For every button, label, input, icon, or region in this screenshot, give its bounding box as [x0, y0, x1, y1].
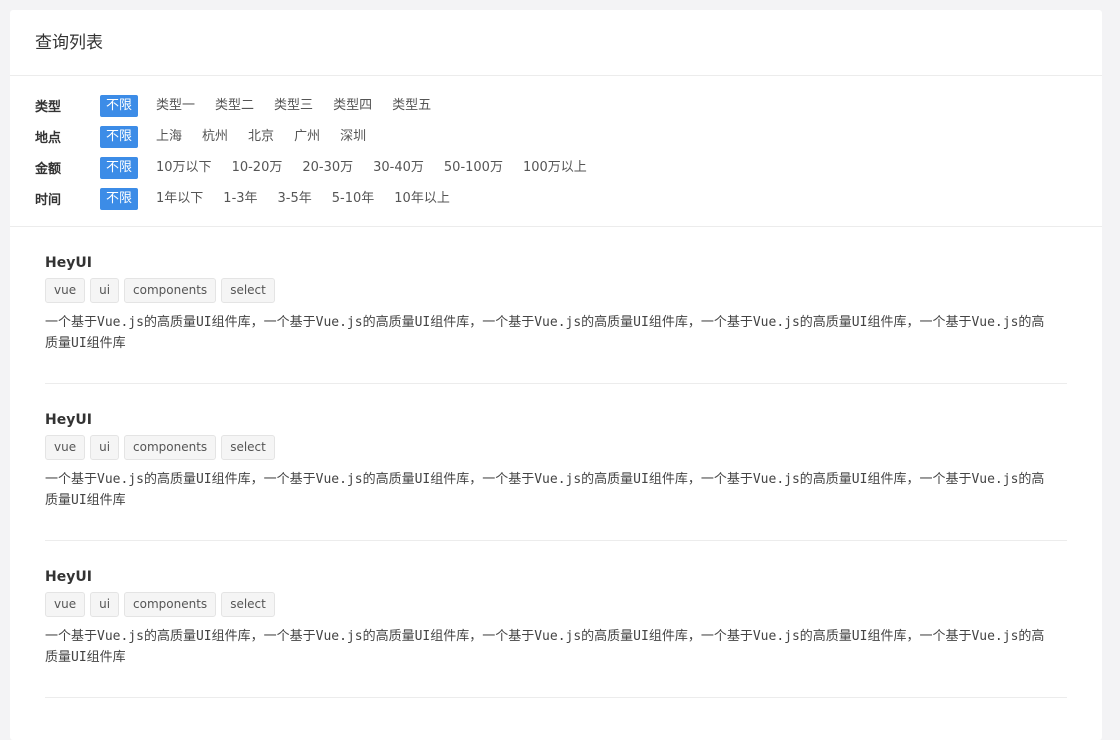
tag: ui — [90, 592, 120, 617]
tag: components — [124, 435, 217, 460]
filter-option[interactable]: 1年以下 — [150, 188, 209, 210]
list-item: HeyUI vue ui components select 一个基于Vue.js的高质量… — [45, 384, 1067, 541]
tag-list: vue ui components select — [45, 278, 1067, 303]
item-description: 一个基于Vue.js的高质量UI组件库，一个基于Vue.js的高质量UI组件库，… — [45, 315, 1045, 351]
filter-option[interactable]: 20-30万 — [296, 157, 359, 179]
filter-row-time: 时间 不限 1年以下 1-3年 3-5年 5-10年 10年以上 — [35, 183, 1102, 214]
tag: select — [221, 278, 275, 303]
tag: components — [124, 592, 217, 617]
card-title: 查询列表 — [35, 33, 103, 53]
filter-option[interactable]: 类型四 — [327, 95, 378, 117]
filter-option[interactable]: 10万以下 — [150, 157, 218, 179]
item-description: 一个基于Vue.js的高质量UI组件库，一个基于Vue.js的高质量UI组件库，… — [45, 629, 1045, 665]
filter-option[interactable]: 30-40万 — [367, 157, 430, 179]
filter-panel: 类型 不限 类型一 类型二 类型三 类型四 类型五 地点 不限 上海 杭州 北京 广州 深圳 金额 不限 1… — [10, 76, 1102, 227]
tag: select — [221, 592, 275, 617]
filter-option[interactable]: 10年以上 — [388, 188, 456, 210]
item-title[interactable]: HeyUI — [45, 569, 1067, 585]
filter-option[interactable]: 1-3年 — [217, 188, 263, 210]
filter-option[interactable]: 50-100万 — [438, 157, 509, 179]
tag: ui — [90, 278, 120, 303]
filter-option[interactable]: 5-10年 — [326, 188, 381, 210]
filter-option-selected[interactable]: 不限 — [100, 187, 139, 210]
filter-row-location: 地点 不限 上海 杭州 北京 广州 深圳 — [35, 121, 1102, 152]
filter-option[interactable]: 上海 — [150, 126, 188, 148]
filter-label: 时间 — [35, 193, 62, 208]
filter-option[interactable]: 北京 — [242, 126, 280, 148]
card-header: 查询列表 — [10, 10, 1102, 76]
result-list: HeyUI vue ui components select 一个基于Vue.js的高质量… — [10, 227, 1102, 698]
query-list-card: 查询列表 类型 不限 类型一 类型二 类型三 类型四 类型五 地点 不限 上海 杭州 北京 广州 深圳 … — [10, 10, 1102, 740]
filter-option[interactable]: 100万以上 — [517, 157, 593, 179]
filter-option[interactable]: 深圳 — [334, 126, 372, 148]
item-description: 一个基于Vue.js的高质量UI组件库，一个基于Vue.js的高质量UI组件库，… — [45, 472, 1045, 508]
tag: components — [124, 278, 217, 303]
filter-option[interactable]: 类型一 — [150, 95, 201, 117]
filter-option-selected[interactable]: 不限 — [100, 125, 139, 148]
tag-list: vue ui components select — [45, 435, 1067, 460]
filter-label: 类型 — [35, 100, 62, 115]
filter-option[interactable]: 10-20万 — [226, 157, 289, 179]
filter-label: 地点 — [35, 131, 62, 146]
tag: vue — [45, 592, 86, 617]
filter-option[interactable]: 类型五 — [386, 95, 437, 117]
list-item: HeyUI vue ui components select 一个基于Vue.js的高质量… — [45, 227, 1067, 384]
filter-row-type: 类型 不限 类型一 类型二 类型三 类型四 类型五 — [35, 90, 1102, 121]
filter-option-selected[interactable]: 不限 — [100, 156, 139, 179]
tag: vue — [45, 435, 86, 460]
filter-option[interactable]: 3-5年 — [272, 188, 318, 210]
item-title[interactable]: HeyUI — [45, 255, 1067, 271]
tag-list: vue ui components select — [45, 592, 1067, 617]
tag: ui — [90, 435, 120, 460]
filter-option[interactable]: 类型三 — [268, 95, 319, 117]
item-title[interactable]: HeyUI — [45, 412, 1067, 428]
tag: select — [221, 435, 275, 460]
filter-option[interactable]: 类型二 — [209, 95, 260, 117]
filter-label: 金额 — [35, 162, 62, 177]
filter-option[interactable]: 广州 — [288, 126, 326, 148]
filter-option-selected[interactable]: 不限 — [100, 94, 139, 117]
filter-row-amount: 金额 不限 10万以下 10-20万 20-30万 30-40万 50-100万 100万以上 — [35, 152, 1102, 183]
list-item: HeyUI vue ui components select 一个基于Vue.js的高质量… — [45, 541, 1067, 698]
filter-option[interactable]: 杭州 — [196, 126, 234, 148]
tag: vue — [45, 278, 86, 303]
